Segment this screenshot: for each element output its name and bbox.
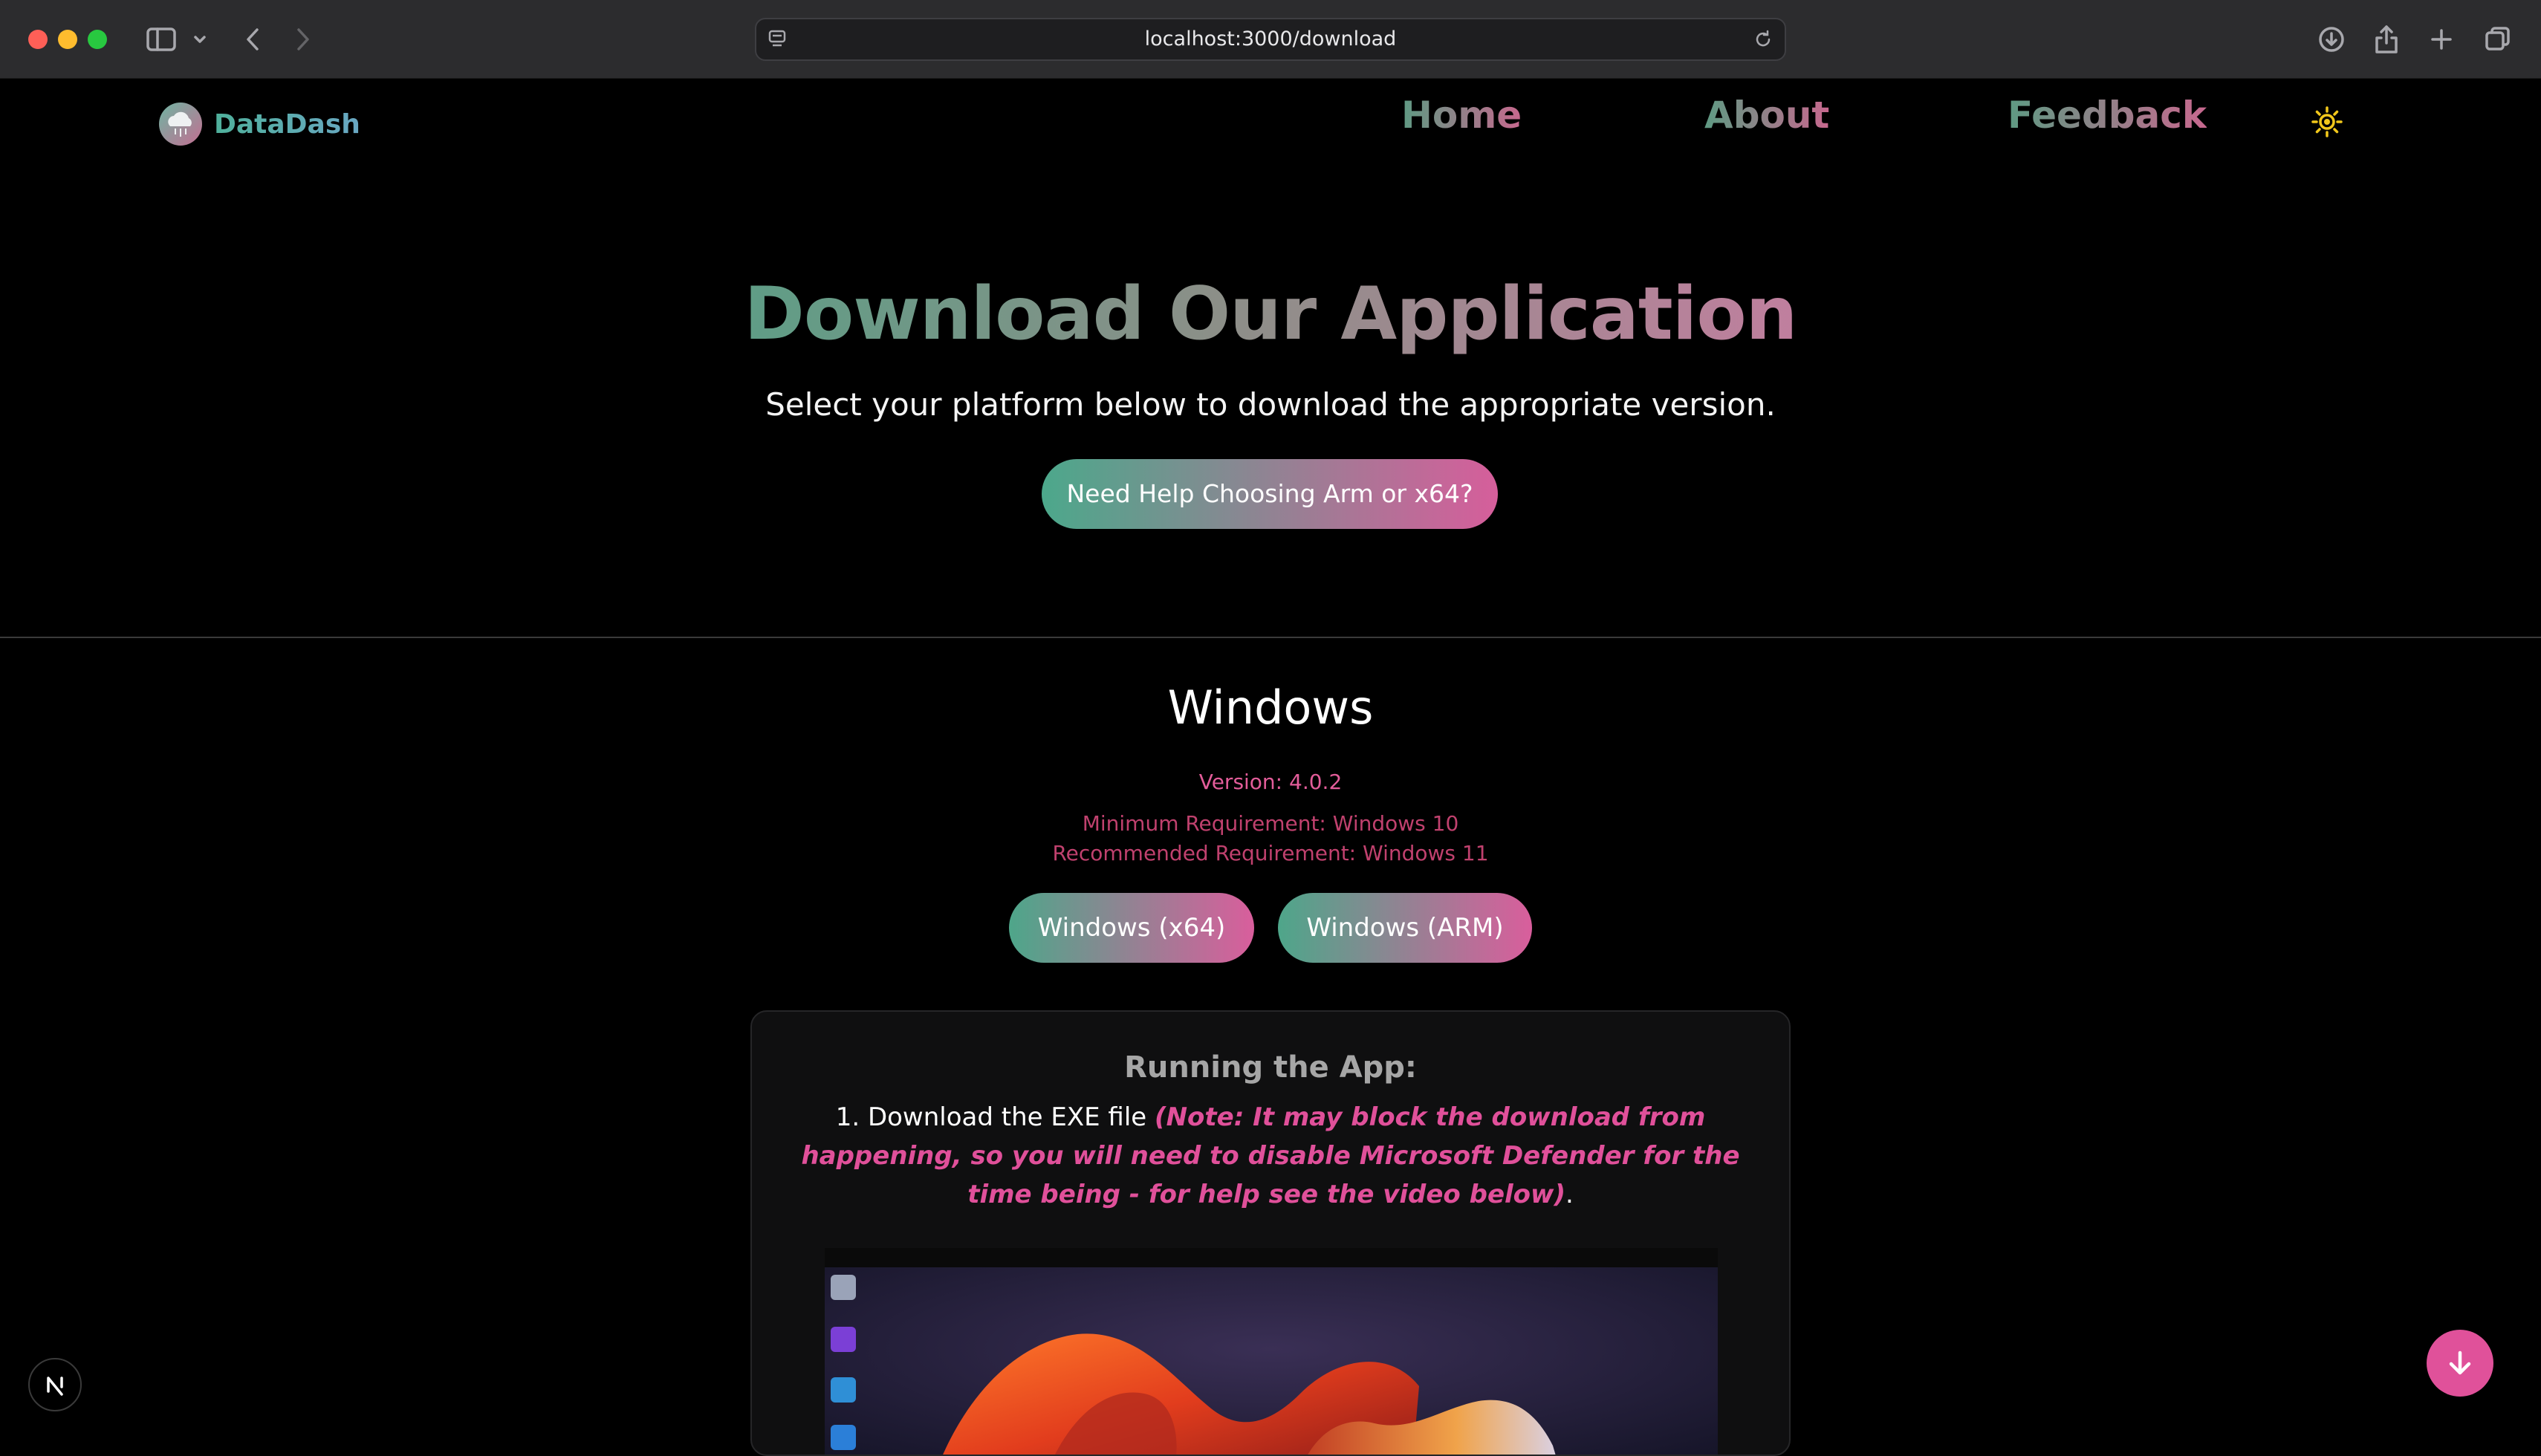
running-app-card: Running the App: 1. Download the EXE fil… [750,1010,1791,1456]
sun-icon[interactable] [2311,105,2343,138]
chevron-down-icon[interactable] [189,21,211,58]
github-desktop-icon [831,1327,856,1352]
maximize-window-button[interactable] [88,30,107,49]
step-1-prefix: 1. Download the EXE file [835,1102,1155,1132]
download-windows-arm-button[interactable]: Windows (ARM) [1278,893,1532,963]
browser-toolbar: localhost:3000/download [0,0,2541,79]
cloud-logo-icon [159,103,202,146]
vscode-icon [831,1425,856,1450]
back-icon[interactable] [238,21,267,58]
nav-feedback-link[interactable]: Feedback [2008,94,2207,137]
edge-icon [831,1377,856,1403]
scroll-down-button[interactable] [2427,1330,2493,1397]
url-text[interactable]: localhost:3000/download [756,19,1785,59]
download-windows-x64-button[interactable]: Windows (x64) [1009,893,1254,963]
windows-section-title: Windows [1167,680,1374,735]
video-frame-image [825,1267,1718,1455]
section-divider [0,637,2541,638]
nextjs-logo-icon [47,1377,63,1396]
page-title: Download Our Application [744,272,1798,357]
nav-about-link[interactable]: About [1704,94,1829,137]
tab-overview-icon[interactable] [2482,21,2514,58]
reload-icon[interactable] [1752,28,1774,53]
brand-name: DataDash [214,108,360,140]
page-content: DataDash Home About Feedback Download Ou… [0,79,2541,1456]
version-label: Version: 4.0.2 [1198,770,1343,794]
close-window-button[interactable] [28,30,48,49]
step-1-text: 1. Download the EXE file (Note: It may b… [782,1098,1759,1214]
help-video[interactable] [825,1248,1718,1455]
downloads-icon[interactable] [2315,21,2348,58]
minimize-window-button[interactable] [58,30,77,49]
forward-icon[interactable] [288,21,318,58]
help-choosing-button[interactable]: Need Help Choosing Arm or x64? [1042,459,1498,529]
min-requirement-label: Minimum Requirement: Windows 10 [1082,811,1459,836]
brand-logo[interactable]: DataDash [158,101,360,147]
recommended-requirement-label: Recommended Requirement: Windows 11 [1052,841,1489,865]
page-subtitle: Select your platform below to download t… [765,386,1776,423]
new-tab-icon[interactable] [2425,21,2458,58]
running-app-title: Running the App: [1124,1050,1417,1085]
step-1-suffix: . [1565,1180,1574,1209]
address-bar[interactable]: localhost:3000/download [755,18,1786,61]
nav-home-link[interactable]: Home [1401,94,1522,137]
recycle-bin-icon [831,1275,856,1300]
share-icon[interactable] [2370,21,2403,58]
arrow-down-icon [2449,1351,2471,1375]
sidebar-toggle-icon[interactable] [143,21,180,58]
nextjs-dev-badge[interactable] [28,1358,82,1411]
